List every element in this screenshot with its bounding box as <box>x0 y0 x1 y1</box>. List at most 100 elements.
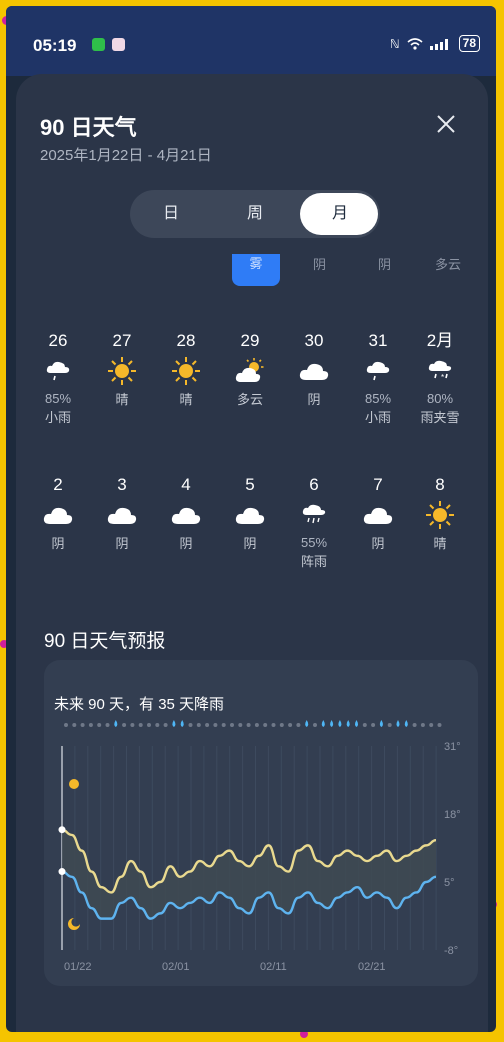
rain-drop-icon <box>172 720 176 727</box>
day-number: 27 <box>112 331 132 350</box>
day-cell[interactable]: 27 晴 <box>92 330 152 410</box>
sun-icon <box>156 352 216 390</box>
weather-label: 多云 <box>236 392 263 407</box>
weather-label: 阴 <box>307 392 321 407</box>
rain-drop-icon <box>330 720 334 727</box>
temperature-chart[interactable]: 31° 18° 5° -8° 01/22 02/01 02/11 02/21 <box>44 660 478 986</box>
rain-cloud-icon <box>28 352 88 390</box>
day-number: 30 <box>304 331 324 350</box>
dry-day-dot <box>97 723 102 727</box>
dry-day-dot <box>296 723 301 727</box>
weather-label: 阴 <box>51 536 65 551</box>
x-tick-label: 01/22 <box>64 961 92 973</box>
dry-day-dot <box>105 723 110 727</box>
rain-drop-icon <box>355 720 358 727</box>
dry-day-dot <box>122 723 127 727</box>
prev-row-label: 阴 <box>378 257 392 272</box>
dry-day-dot <box>230 723 234 727</box>
day-cell[interactable]: 7阴 <box>348 474 408 554</box>
day-number: 8 <box>435 475 445 494</box>
prev-row-label: 雾 <box>249 256 263 271</box>
dry-day-dot <box>420 723 425 727</box>
shower-icon <box>284 496 344 534</box>
forecast-card[interactable]: 未来 90 天，有 35 天降雨 31° 18° 5° -8° 01/22 02/01 02… <box>44 660 478 986</box>
dry-day-dot <box>271 723 276 727</box>
day-number: 6 <box>309 475 319 494</box>
dry-day-dot <box>437 723 442 727</box>
weather-label: 小雨 <box>44 410 71 425</box>
rain-drop-icon <box>396 720 400 727</box>
weather-label: 阴 <box>179 536 193 551</box>
day-cell[interactable]: 2阴 <box>28 474 88 554</box>
day-cell[interactable]: 5阴 <box>220 474 280 554</box>
close-icon[interactable] <box>434 112 458 136</box>
day-cell[interactable]: 2月 * 80% 雨夹雪 <box>410 330 470 428</box>
segment-day[interactable]: 日 <box>140 190 202 238</box>
dry-day-dot <box>221 723 226 727</box>
dry-day-dot <box>412 723 417 727</box>
dry-day-dot <box>246 723 251 727</box>
day-number: 2 <box>53 475 63 494</box>
weather-label: 晴 <box>115 392 129 407</box>
day-cell[interactable]: 31 85% 小雨 <box>348 330 408 428</box>
partly-cloudy-icon <box>220 352 280 390</box>
dry-day-dot <box>80 723 85 727</box>
svg-text:*: * <box>441 373 444 382</box>
day-number: 7 <box>373 475 383 494</box>
day-number: 26 <box>48 331 68 350</box>
prev-row-label: 多云 <box>435 257 462 272</box>
day-cell[interactable]: 3阴 <box>92 474 152 554</box>
low-start-point <box>58 868 66 876</box>
day-cell[interactable]: 26 85% 小雨 <box>28 330 88 428</box>
weather-label: 晴 <box>179 392 193 407</box>
weather-label: 阵雨 <box>300 554 327 569</box>
day-cell[interactable]: 4阴 <box>156 474 216 554</box>
x-tick-label: 02/21 <box>358 961 386 973</box>
day-cell[interactable]: 29 多云 <box>220 330 280 410</box>
day-number: 3 <box>117 475 127 494</box>
date-range: 2025年1月22日 - 4月21日 <box>40 147 212 164</box>
rain-drop-icon <box>379 720 383 727</box>
segment-week[interactable]: 周 <box>224 190 286 238</box>
precip-chance: 85% <box>364 391 392 406</box>
cloud-icon <box>348 496 408 534</box>
segment-month[interactable]: 月 <box>304 190 376 238</box>
high-start-point <box>58 826 66 834</box>
dry-day-dot <box>371 723 376 727</box>
prev-row-selected-cell[interactable]: 雾 <box>232 254 280 286</box>
wechat-icon <box>92 38 105 51</box>
y-tick-label: -8° <box>444 945 458 957</box>
day-cell[interactable]: 30 阴 <box>284 330 344 410</box>
dry-day-dot <box>288 723 293 727</box>
dry-day-dot <box>147 723 151 727</box>
day-cell[interactable]: 28 晴 <box>156 330 216 410</box>
dry-day-dot <box>254 723 259 727</box>
forecast-section-title: 90 日天气预报 <box>44 631 166 652</box>
sleet-icon: * <box>410 352 470 390</box>
dry-day-dot <box>88 723 93 727</box>
status-time: 05:19 <box>33 36 77 55</box>
dry-day-dot <box>362 723 367 727</box>
dry-day-dot <box>64 723 68 727</box>
cloud-icon <box>156 496 216 534</box>
day-cell[interactable]: 6 55% 阵雨 <box>284 474 344 572</box>
wifi-icon <box>407 37 423 50</box>
y-tick-label: 31° <box>444 741 461 753</box>
dry-day-dot <box>188 723 193 727</box>
dry-day-dot <box>138 723 143 727</box>
rain-drop-icon <box>305 720 309 727</box>
weather-label: 晴 <box>433 536 447 551</box>
day-cell[interactable]: 8晴 <box>410 474 470 554</box>
weather-label: 阴 <box>115 536 129 551</box>
status-right: ℕ 78 <box>390 35 480 52</box>
dry-day-dot <box>279 723 284 727</box>
dry-day-dot <box>263 723 268 727</box>
battery-icon: 78 <box>458 35 480 52</box>
dry-day-dot <box>238 723 243 727</box>
night-moon-icon <box>68 918 80 930</box>
weather-sheet: 90 日天气 2025年1月22日 - 4月21日 日 周 月 雾 阴 阴 多云… <box>16 74 488 1032</box>
cloud-icon <box>220 496 280 534</box>
weather-label: 小雨 <box>364 410 391 425</box>
cloud-icon <box>92 496 152 534</box>
day-number: 28 <box>176 331 196 350</box>
